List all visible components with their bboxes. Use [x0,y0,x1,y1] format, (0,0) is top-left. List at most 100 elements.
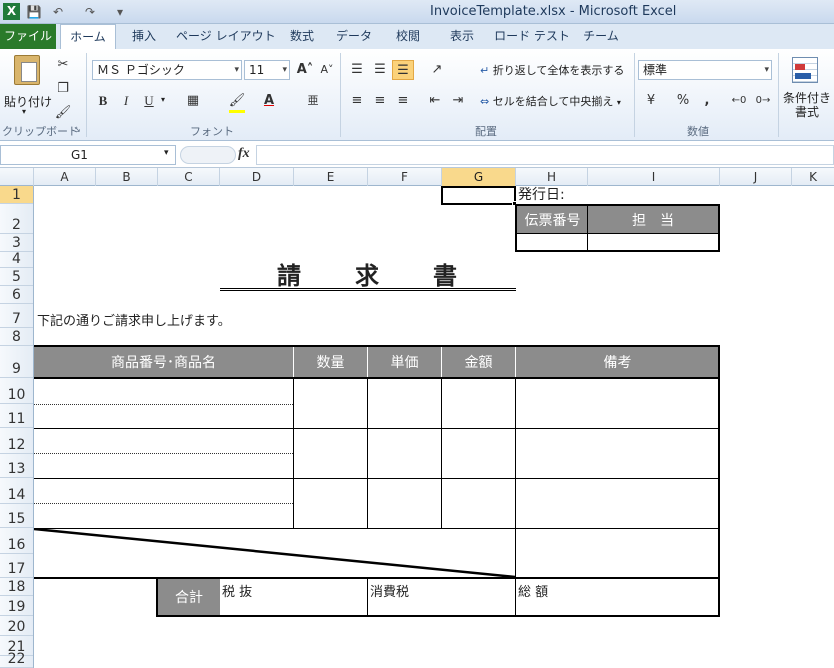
row-header[interactable]: 2 [0,204,33,234]
increase-decimal-icon[interactable]: ←0 [728,91,750,111]
phonetic-icon[interactable]: 亜 [302,91,324,111]
underline-button[interactable]: U [138,91,160,111]
align-left-icon[interactable]: ≡ [346,91,368,111]
row-header[interactable]: 14 [0,478,33,504]
increase-font-icon[interactable]: A˄ [294,60,316,80]
fill-color-icon[interactable]: 🖌 [226,91,248,111]
row-header[interactable]: 8 [0,328,33,346]
row-header[interactable]: 16 [0,528,33,554]
decrease-decimal-icon[interactable]: 0→ [752,91,774,111]
title-bar: X 💾 ↶ ↷ ▾ InvoiceTemplate.xlsx - Microso… [0,0,834,24]
slip-number-cell[interactable] [515,233,588,252]
row-header[interactable]: 10 [0,378,33,404]
remarks-summary-cell[interactable] [515,528,720,578]
number-format-select[interactable]: 標準 ▾ [638,60,772,80]
cut-icon[interactable]: ✂ [52,55,74,75]
row-header[interactable]: 18 [0,578,33,596]
row-header[interactable]: 13 [0,454,33,478]
column-header-g[interactable]: G [442,168,516,186]
column-header-h[interactable]: H [516,168,588,186]
align-bottom-icon[interactable]: ☰ [392,60,414,80]
column-header-e[interactable]: E [294,168,368,186]
row-header[interactable]: 15 [0,504,33,528]
tab-file[interactable]: ファイル [0,24,56,49]
column-header-c[interactable]: C [158,168,220,186]
font-size-value: 11 [249,63,265,77]
wrap-text-label: 折り返して全体を表示する [492,64,625,77]
row-header[interactable]: 7 [0,304,33,328]
row-header[interactable]: 22 [0,651,33,668]
chevron-down-icon[interactable]: ▾ [161,95,165,104]
row-header[interactable]: 4 [0,251,33,268]
row-headers: 1 2 3 4 5 6 7 8 9 10 11 12 13 14 15 16 1… [0,186,34,668]
undo-icon[interactable]: ↶ [50,4,66,20]
borders-icon[interactable]: ▦ [182,91,204,111]
formula-input[interactable] [256,145,834,165]
formula-splitter[interactable] [180,146,236,164]
row-header[interactable]: 17 [0,554,33,578]
tab-insert[interactable]: 挿入 [122,24,166,49]
window-title: InvoiceTemplate.xlsx - Microsoft Excel [430,4,677,19]
excel-logo-icon[interactable]: X [3,3,20,20]
save-icon[interactable]: 💾 [26,4,42,20]
tab-formulas[interactable]: 数式 [280,24,324,49]
row-header[interactable]: 11 [0,404,33,428]
tab-view[interactable]: 表示 [440,24,484,49]
tab-home[interactable]: ホーム [60,24,116,50]
decrease-font-icon[interactable]: A˅ [316,60,338,80]
align-right-icon[interactable]: ≡ [392,91,414,111]
wrap-text-button[interactable]: ↵ 折り返して全体を表示する [480,62,624,78]
font-name-select[interactable]: ＭＳ Ｐゴシック ▾ [92,60,242,80]
currency-icon[interactable]: ¥ [640,91,662,111]
column-header-f[interactable]: F [368,168,442,186]
row-header[interactable]: 19 [0,596,33,616]
conditional-format-button[interactable]: 条件付き書式 [782,53,832,123]
column-line [441,378,442,528]
bold-button[interactable]: B [92,91,114,111]
worksheet[interactable]: 発行日: 伝票番号 担 当 請 求 書 下記の通りご請求申し上げます。 商品番号… [34,186,834,668]
name-box[interactable]: G1 ▾ [0,145,176,165]
tab-load-test[interactable]: ロード テスト [494,24,570,49]
row-header[interactable]: 12 [0,428,33,454]
align-top-icon[interactable]: ☰ [346,60,368,80]
insert-function-button[interactable]: fx [238,146,250,162]
column-header-i[interactable]: I [588,168,720,186]
row-header[interactable]: 6 [0,286,33,304]
tab-team[interactable]: チーム [578,24,624,49]
dotted-line [34,503,293,504]
column-header-j[interactable]: J [720,168,792,186]
row-header[interactable]: 9 [0,346,33,378]
comma-button[interactable]: , [696,91,718,111]
person-in-charge-cell[interactable] [587,233,720,252]
tab-data[interactable]: データ [332,24,376,49]
row-header[interactable]: 5 [0,268,33,286]
selected-cell-g1[interactable] [441,186,516,205]
align-middle-icon[interactable]: ☰ [369,60,391,80]
merge-center-button[interactable]: ⇔ セルを結合して中央揃え ▾ [480,93,621,109]
column-header-k[interactable]: K [792,168,834,186]
row-header[interactable]: 3 [0,234,33,252]
tab-page-layout[interactable]: ページ レイアウト [176,24,276,49]
format-painter-icon[interactable]: 🖌 [52,103,74,123]
select-all-corner[interactable] [0,168,34,186]
tab-review[interactable]: 校閲 [386,24,430,49]
column-header-d[interactable]: D [220,168,294,186]
percent-button[interactable]: % [672,91,694,111]
copy-icon[interactable]: ❐ [52,79,74,99]
align-center-icon[interactable]: ≡ [369,91,391,111]
dialog-launcher-icon[interactable]: ↘ [74,125,81,134]
column-header-a[interactable]: A [34,168,96,186]
orientation-icon[interactable]: ↗ [426,60,448,80]
italic-button[interactable]: I [115,91,137,111]
increase-indent-icon[interactable]: ⇥ [447,91,469,111]
redo-icon[interactable]: ↷ [82,4,98,20]
decrease-indent-icon[interactable]: ⇤ [424,91,446,111]
row-header[interactable]: 1 [0,186,33,204]
font-color-icon[interactable]: A [258,91,280,111]
column-header-b[interactable]: B [96,168,158,186]
font-size-select[interactable]: 11 ▾ [244,60,290,80]
paste-button[interactable]: 貼り付け ▾ [4,53,52,117]
column-line [293,378,294,528]
customize-quick-access-icon[interactable]: ▾ [112,4,128,20]
row-header[interactable]: 20 [0,616,33,636]
